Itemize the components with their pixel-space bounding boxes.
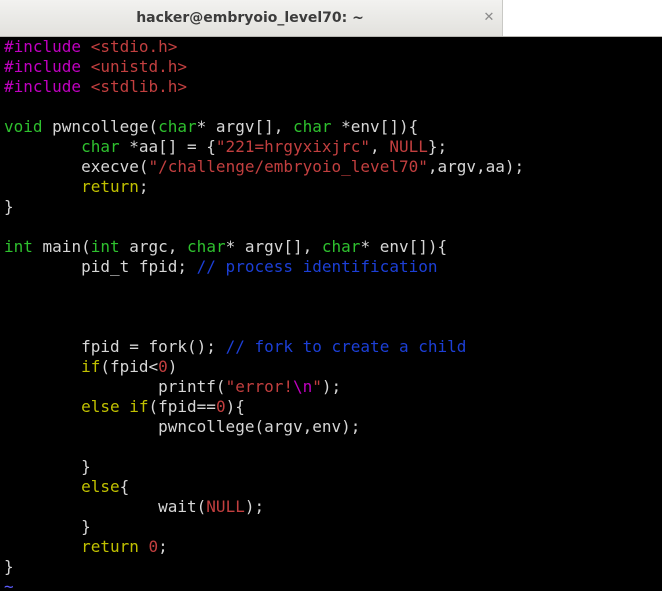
code-token: *env[]){ bbox=[331, 117, 419, 136]
code-token: <stdlib.h> bbox=[90, 77, 188, 96]
code-token: void bbox=[4, 117, 43, 136]
code-token: "/challenge/embryoio_level70" bbox=[148, 157, 428, 176]
code-token: #include bbox=[4, 37, 91, 56]
code-line: pid_t fpid; // process identification bbox=[4, 257, 437, 277]
code-token: char bbox=[81, 137, 120, 156]
code-token: if bbox=[129, 397, 149, 416]
code-line: } bbox=[4, 457, 91, 477]
code-token: fpid = fork(); bbox=[4, 337, 226, 356]
code-token: ; bbox=[138, 177, 149, 196]
code-token: ,argv,aa); bbox=[427, 157, 525, 176]
code-token: (fpid== bbox=[148, 397, 216, 416]
code-token: NULL bbox=[206, 497, 245, 516]
code-token: char bbox=[292, 117, 332, 136]
code-token: * env[]){ bbox=[360, 237, 448, 256]
code-token: ){ bbox=[225, 397, 245, 416]
code-token: <unistd.h> bbox=[90, 57, 188, 76]
code-token: ; bbox=[158, 537, 168, 556]
code-token: "error! bbox=[225, 377, 293, 396]
code-line: pwncollege(argv,env); bbox=[4, 417, 360, 437]
code-token: (fpid< bbox=[100, 357, 159, 376]
code-token: " bbox=[312, 377, 322, 396]
code-token: } bbox=[4, 517, 91, 536]
code-line: } bbox=[4, 197, 14, 217]
code-token: NULL bbox=[389, 137, 428, 156]
title-bar-blank-area bbox=[502, 0, 662, 36]
code-token: { bbox=[119, 477, 130, 496]
code-token: 0 bbox=[148, 537, 159, 556]
code-line: return 0; bbox=[4, 537, 168, 557]
empty-line-marker: ~ bbox=[4, 577, 14, 591]
code-token: ) bbox=[167, 357, 178, 376]
window-title: hacker@embryoio_level70: ~ bbox=[136, 10, 364, 26]
code-line: if(fpid<0) bbox=[4, 357, 177, 377]
code-token: // fork to create a child bbox=[225, 337, 467, 356]
code-token: int bbox=[90, 237, 120, 256]
code-token: pwncollege( bbox=[42, 117, 159, 136]
code-token: char bbox=[187, 237, 226, 256]
editor-buffer[interactable]: ~ #include <stdio.h> #include <unistd.h> #… bbox=[0, 37, 662, 591]
title-bar[interactable]: hacker@embryoio_level70: ~ ✕ bbox=[0, 0, 662, 37]
code-token: #include bbox=[4, 57, 91, 76]
code-line: printf("error!\n"); bbox=[4, 377, 341, 397]
code-token: "221=hrgyxixjrc" bbox=[215, 137, 371, 156]
code-line: #include <stdio.h> bbox=[4, 37, 177, 57]
code-line: int main(int argc, char* argv[], char* e… bbox=[4, 237, 447, 257]
code-token: * argv[], bbox=[225, 237, 322, 256]
code-line: #include <stdlib.h> bbox=[4, 77, 187, 97]
code-token: <stdio.h> bbox=[90, 37, 178, 56]
code-line: else if(fpid==0){ bbox=[4, 397, 245, 417]
code-token: \n bbox=[293, 377, 313, 396]
code-token: main( bbox=[32, 237, 91, 256]
code-token: pwncollege(argv,env); bbox=[4, 417, 361, 436]
code-token: 0 bbox=[158, 357, 168, 376]
code-line: execve("/challenge/embryoio_level70",arg… bbox=[4, 157, 524, 177]
code-token: printf( bbox=[4, 377, 226, 396]
code-token: return bbox=[81, 537, 139, 556]
code-token: }; bbox=[427, 137, 448, 156]
code-token: #include bbox=[4, 77, 91, 96]
code-token: pid_t fpid; bbox=[4, 257, 197, 276]
code-token: } bbox=[4, 197, 14, 216]
code-line: } bbox=[4, 557, 14, 577]
code-token: 0 bbox=[215, 397, 226, 416]
code-line: char *aa[] = {"221=hrgyxixjrc", NULL}; bbox=[4, 137, 447, 157]
code-line: else{ bbox=[4, 477, 129, 497]
code-token: argc, bbox=[119, 237, 188, 256]
code-token: execve( bbox=[4, 157, 149, 176]
code-line: void pwncollege(char* argv[], char *env[… bbox=[4, 117, 418, 137]
code-token: *aa[] = { bbox=[119, 137, 216, 156]
code-token: else bbox=[81, 477, 120, 496]
code-token: char bbox=[158, 117, 197, 136]
code-token: int bbox=[4, 237, 33, 256]
code-line: #include <unistd.h> bbox=[4, 57, 187, 77]
code-token: ); bbox=[321, 377, 342, 396]
code-token: else bbox=[81, 397, 120, 416]
code-token: char bbox=[321, 237, 361, 256]
code-line: fpid = fork(); // fork to create a child bbox=[4, 337, 466, 357]
code-token: wait( bbox=[4, 497, 207, 516]
close-icon[interactable]: ✕ bbox=[480, 9, 498, 27]
code-token: , bbox=[370, 137, 390, 156]
code-token: } bbox=[4, 457, 91, 476]
code-token: ); bbox=[244, 497, 265, 516]
code-line: } bbox=[4, 517, 91, 537]
code-token: if bbox=[81, 357, 101, 376]
code-line: return; bbox=[4, 177, 149, 197]
terminal-window: hacker@embryoio_level70: ~ ✕ ~ #include … bbox=[0, 0, 662, 591]
code-line: wait(NULL); bbox=[4, 497, 264, 517]
code-token: // process identification bbox=[196, 257, 438, 276]
code-token: return bbox=[81, 177, 139, 196]
code-token: * argv[], bbox=[196, 117, 293, 136]
code-token: } bbox=[4, 557, 14, 576]
